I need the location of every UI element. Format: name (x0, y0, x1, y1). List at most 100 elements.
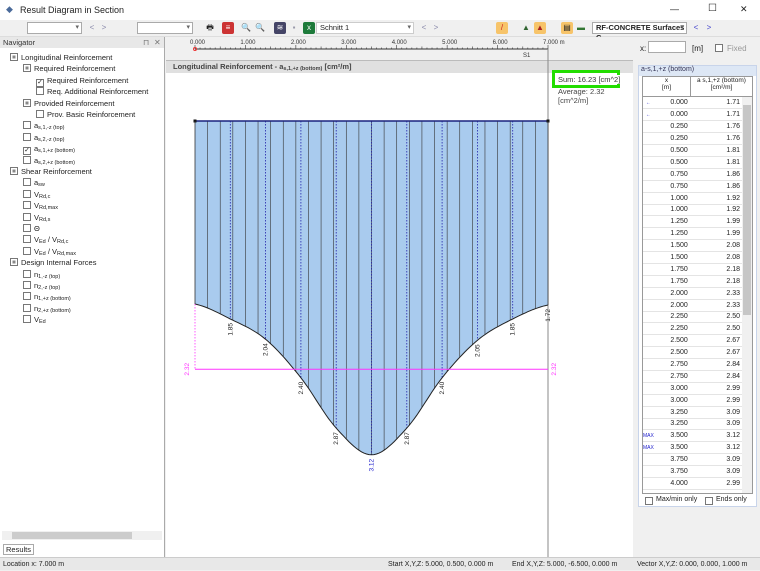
checkbox[interactable] (10, 167, 18, 175)
table-row[interactable]: 1.5002.08 (643, 252, 744, 264)
zoom-in-icon[interactable]: 🔍 (240, 22, 252, 34)
table-scrollbar[interactable] (742, 97, 752, 494)
prev-section-icon[interactable]: < (418, 22, 430, 34)
table-row[interactable]: 1.2501.99 (643, 216, 744, 228)
table-row[interactable]: 3.7503.09 (643, 454, 744, 466)
tree-item[interactable]: Design Internal Forces (10, 257, 96, 268)
checkbox[interactable] (23, 270, 31, 278)
table-row[interactable]: 1.7502.18 (643, 263, 744, 275)
table-row[interactable]: 2.0002.33 (643, 287, 744, 299)
maxmin-only-checkbox[interactable] (645, 497, 653, 505)
checkbox[interactable] (23, 99, 31, 107)
table-row[interactable]: 3.2503.09 (643, 406, 744, 418)
excel-icon[interactable]: x (303, 22, 315, 34)
table-row[interactable]: ←0.0001.71 (643, 97, 744, 109)
table-row[interactable]: 1.0001.92 (643, 192, 744, 204)
tree-icon[interactable]: ▲ (520, 22, 532, 34)
checkbox[interactable] (23, 121, 31, 129)
tree-item[interactable]: n1,-z (top) (23, 269, 60, 280)
smooth-icon[interactable]: ▲ (534, 22, 546, 34)
table-row[interactable]: 3.7503.09 (643, 466, 744, 478)
display-icon[interactable]: ≡ (222, 22, 234, 34)
checkbox[interactable] (36, 110, 44, 118)
ends-only-checkbox[interactable] (705, 497, 713, 505)
tree-item[interactable]: VEd / VRd,max (23, 246, 76, 257)
checkbox[interactable] (23, 235, 31, 243)
tree-item[interactable]: VRd,max (23, 200, 58, 211)
close-button[interactable]: ✕ (740, 4, 748, 15)
tree-item[interactable]: VEd (23, 314, 46, 325)
tree-item[interactable]: n2,-z (top) (23, 280, 60, 291)
checkbox[interactable] (23, 156, 31, 164)
tree-item[interactable]: VRd,c (23, 189, 50, 200)
tree-item[interactable]: Provided Reinforcement (23, 98, 114, 109)
tree-item[interactable]: Θ (23, 223, 40, 234)
close-panel-icon[interactable]: ✕ (154, 38, 161, 47)
tree-item[interactable]: as,2,-z (top) (23, 132, 64, 143)
checkbox[interactable] (23, 247, 31, 255)
table-row[interactable]: 1.2501.99 (643, 228, 744, 240)
tree-item[interactable]: asw (23, 177, 45, 188)
zoom-out-icon[interactable]: 🔍 (254, 22, 266, 34)
result-combo[interactable] (137, 22, 193, 34)
tree-item[interactable]: Req. Additional Reinforcement (36, 86, 148, 97)
save-icon[interactable]: ▪ (288, 22, 300, 34)
prev-module-icon[interactable]: < (690, 22, 702, 34)
checkbox[interactable] (23, 281, 31, 289)
table-toggle-icon[interactable]: ▤ (561, 22, 573, 34)
previous-icon[interactable]: < (86, 22, 98, 34)
print-icon[interactable]: 🖶 (204, 22, 216, 34)
horizontal-scrollbar[interactable] (2, 531, 162, 540)
table-row[interactable]: 4.0002.99 (643, 478, 744, 490)
tree-item[interactable]: n1,+z (bottom) (23, 291, 71, 302)
checkbox[interactable] (23, 133, 31, 141)
table-row[interactable]: 2.2502.50 (643, 323, 744, 335)
table-row[interactable]: 0.7501.86 (643, 168, 744, 180)
fixed-checkbox[interactable] (715, 44, 723, 52)
checkbox[interactable] (23, 292, 31, 300)
next-section-icon[interactable]: > (430, 22, 442, 34)
table-row[interactable]: 2.7502.84 (643, 370, 744, 382)
checkbox[interactable] (10, 258, 18, 266)
table-row[interactable]: 1.0001.92 (643, 204, 744, 216)
module-combo[interactable]: RF-CONCRETE Surfaces C (592, 22, 687, 34)
maximize-button[interactable]: ☐ (708, 3, 717, 14)
table-row[interactable]: ←0.0001.71 (643, 109, 744, 121)
tree-item[interactable]: VRd,s (23, 212, 50, 223)
diagram-fill-icon[interactable]: / (496, 22, 508, 34)
checkbox[interactable] (23, 64, 31, 72)
tab-results[interactable]: Results (3, 544, 34, 555)
section-combo[interactable]: Schnitt 1 (316, 22, 414, 34)
table-row[interactable]: 3.0002.99 (643, 382, 744, 394)
tree-item[interactable]: Shear Reinforcement (10, 166, 92, 177)
table-row[interactable]: 3.2503.09 (643, 418, 744, 430)
tree-item[interactable]: Longitudinal Reinforcement (10, 52, 112, 63)
tree-item[interactable]: as,1,-z (top) (23, 120, 64, 131)
table-row[interactable]: 2.5002.67 (643, 347, 744, 359)
table-row[interactable]: 1.5002.08 (643, 240, 744, 252)
tree-item[interactable]: VEd / VRd,c (23, 234, 68, 245)
checkbox[interactable] (23, 201, 31, 209)
tree-item[interactable]: Required Reinforcement (23, 63, 115, 74)
load-case-combo[interactable] (27, 22, 82, 34)
table-row[interactable]: 0.5001.81 (643, 145, 744, 157)
table-row[interactable]: 0.2501.76 (643, 133, 744, 145)
table-row[interactable]: 2.0002.33 (643, 299, 744, 311)
pin-icon[interactable]: ⊓ (143, 38, 149, 47)
table-row[interactable]: 0.5001.81 (643, 156, 744, 168)
tree-item[interactable]: ✓Required Reinforcement (36, 75, 128, 86)
checkbox[interactable] (23, 190, 31, 198)
table-row[interactable]: 2.5002.67 (643, 335, 744, 347)
table-row[interactable]: 0.2501.76 (643, 121, 744, 133)
tree-item[interactable]: n2,+z (bottom) (23, 303, 71, 314)
table-row[interactable]: 0.7501.86 (643, 180, 744, 192)
table-row[interactable]: 2.2502.50 (643, 311, 744, 323)
table-row[interactable]: 3.0002.99 (643, 394, 744, 406)
checkbox[interactable] (23, 315, 31, 323)
table-row[interactable]: MAX3.5003.12 (643, 430, 744, 442)
minimize-button[interactable]: — (670, 4, 679, 14)
table-row[interactable]: MAX3.5003.12 (643, 442, 744, 454)
checkbox[interactable] (23, 304, 31, 312)
checkbox[interactable] (10, 53, 18, 61)
checkbox[interactable] (23, 178, 31, 186)
